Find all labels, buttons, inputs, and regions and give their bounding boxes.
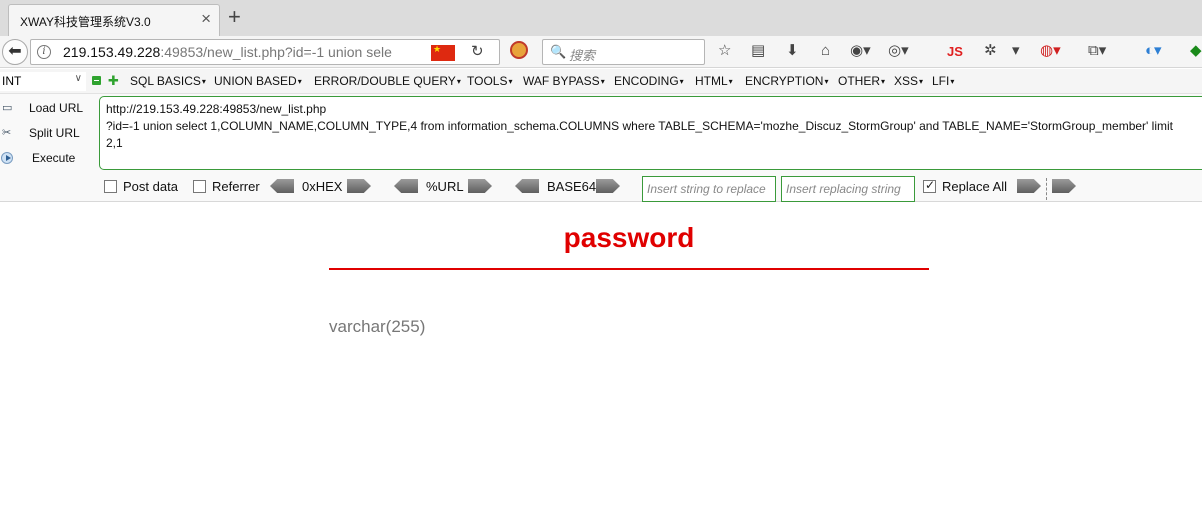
tab-strip: XWAY科技管理系统V3.0 × + — [0, 0, 1202, 36]
replace-string-placeholder: Insert string to replace — [647, 182, 766, 196]
replacing-string-placeholder: Insert replacing string — [786, 182, 901, 196]
execute-button[interactable]: Execute — [0, 147, 95, 169]
replace-string-input[interactable]: Insert string to replace — [642, 176, 776, 202]
menu-sql-basics[interactable]: SQL BASICS▾ — [130, 74, 206, 88]
column-type-text: varchar(255) — [329, 317, 426, 336]
menu-lfi[interactable]: LFI▾ — [932, 74, 954, 88]
noscript-icon[interactable] — [510, 41, 528, 59]
search-icon: 🔍 — [550, 44, 567, 59]
bug-icon[interactable]: ✲ — [984, 42, 997, 60]
hex-encode-arrow-icon[interactable] — [347, 179, 371, 193]
palette-menu-icon[interactable]: ◎▾ — [888, 42, 909, 60]
home-icon[interactable]: ⌂ — [821, 42, 830, 60]
back-button[interactable]: ⬅ — [2, 39, 28, 65]
replace-all-checkbox[interactable] — [923, 178, 936, 193]
menu-tools[interactable]: TOOLS▾ — [467, 74, 512, 88]
post-data-label: Post data — [123, 179, 178, 194]
chevron-down-icon: ∨ — [74, 73, 82, 84]
menu-other[interactable]: OTHER▾ — [838, 74, 885, 88]
menu-error-double-query[interactable]: ERROR/DOUBLE QUERY▾ — [314, 74, 461, 88]
tab-title: XWAY科技管理系统V3.0 — [20, 15, 151, 29]
js-icon[interactable]: JS — [947, 43, 963, 61]
extension-menu-icon[interactable]: ◐▾ — [1145, 42, 1162, 60]
post-data-checkbox[interactable] — [104, 180, 117, 193]
execute-label: Execute — [32, 151, 76, 165]
security-menu-icon[interactable]: ◍▾ — [1040, 42, 1061, 60]
reader-list-icon[interactable]: ▤ — [751, 42, 765, 60]
shield-icon[interactable]: ◆ — [1190, 42, 1202, 60]
search-bar[interactable]: 🔍 搜索 — [542, 39, 705, 65]
type-select[interactable]: INT ∨ — [0, 72, 86, 91]
url-label: %URL — [426, 179, 464, 194]
scissors-icon: ✂ — [2, 127, 12, 139]
hackbar-panel: ▭ Load URL ✂ Split URL Execute http://21… — [0, 94, 1202, 202]
site-info-icon[interactable]: i — [37, 45, 51, 59]
address-text[interactable]: 219.153.49.228:49853/new_list.php?id=-1 … — [63, 44, 408, 60]
url-encode-arrow-icon[interactable] — [468, 179, 492, 193]
type-select-value: INT — [2, 74, 22, 88]
split-url-button[interactable]: ✂ Split URL — [0, 122, 95, 144]
url-textarea[interactable]: http://219.153.49.228:49853/new_list.php… — [99, 96, 1202, 170]
hex-label: 0xHEX — [302, 179, 343, 194]
load-url-button[interactable]: ▭ Load URL — [0, 97, 95, 119]
menu-encryption[interactable]: ENCRYPTION▾ — [745, 74, 828, 88]
load-url-icon: ▭ — [2, 102, 13, 114]
increment-icon[interactable]: ✚ — [108, 74, 119, 87]
url-line: http://219.153.49.228:49853/new_list.php — [106, 102, 327, 116]
options-row: Post data Referrer 0xHEX %URL BASE64 Ins… — [0, 176, 1202, 202]
search-placeholder: 搜索 — [569, 48, 596, 63]
replacing-string-input[interactable]: Insert replacing string — [781, 176, 915, 202]
replace-all-label: Replace All — [942, 179, 1008, 194]
menu-union-based[interactable]: UNION BASED▾ — [214, 74, 302, 88]
china-flag-icon — [431, 44, 455, 61]
browser-tab[interactable]: XWAY科技管理系统V3.0 × — [8, 4, 220, 36]
replace-all-arrow-icon[interactable] — [1017, 179, 1041, 193]
replace-arrow-icon[interactable] — [1052, 179, 1076, 193]
globe-menu-icon[interactable]: ◉▾ — [850, 42, 871, 60]
reload-icon[interactable]: ↻ — [471, 42, 484, 60]
decrement-icon[interactable] — [92, 76, 101, 85]
base64-decode-arrow-icon[interactable] — [515, 179, 539, 193]
address-bar[interactable]: i 219.153.49.228:49853/new_list.php?id=-… — [30, 39, 500, 65]
page-title: password — [563, 222, 695, 253]
hackbar-toolbar: INT ∨ ✚ SQL BASICS▾ UNION BASED▾ ERROR/D… — [0, 69, 1202, 94]
divider — [1046, 178, 1047, 200]
url-decode-arrow-icon[interactable] — [394, 179, 418, 193]
navigation-bar: ⬅ i 219.153.49.228:49853/new_list.php?id… — [0, 36, 1202, 68]
menu-html[interactable]: HTML▾ — [695, 74, 733, 88]
load-url-label: Load URL — [29, 101, 84, 115]
close-tab-icon[interactable]: × — [201, 9, 211, 29]
hex-decode-arrow-icon[interactable] — [270, 179, 294, 193]
referrer-checkbox[interactable] — [193, 180, 206, 193]
url-line: 2,1 — [106, 136, 123, 150]
download-icon[interactable]: ⬇ — [786, 42, 799, 60]
play-icon — [1, 152, 13, 164]
new-tab-icon[interactable]: + — [228, 5, 241, 29]
url-line: ?id=-1 union select 1,COLUMN_NAME,COLUMN… — [106, 119, 1173, 133]
title-divider — [329, 268, 929, 270]
menu-waf-bypass[interactable]: WAF BYPASS▾ — [523, 74, 605, 88]
referrer-label: Referrer — [212, 179, 260, 194]
split-url-label: Split URL — [29, 126, 80, 140]
window-menu-icon[interactable]: ⧉▾ — [1088, 42, 1106, 60]
dropdown-icon[interactable]: ▾ — [1012, 42, 1020, 60]
base64-label: BASE64 — [547, 179, 597, 194]
menu-encoding[interactable]: ENCODING▾ — [614, 74, 684, 88]
base64-encode-arrow-icon[interactable] — [596, 179, 620, 193]
bookmark-star-icon[interactable]: ☆ — [718, 42, 731, 60]
menu-xss[interactable]: XSS▾ — [894, 74, 923, 88]
